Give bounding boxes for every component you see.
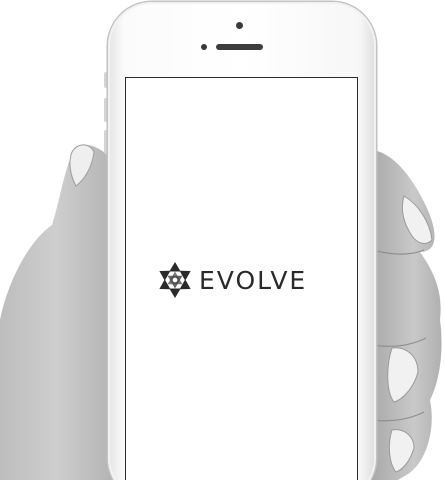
- phone-screen: EVOLVE: [125, 77, 358, 480]
- front-camera-icon: [236, 22, 243, 29]
- brand-name: EVOLVE: [199, 265, 308, 295]
- earpiece-speaker: [216, 44, 263, 50]
- proximity-sensor: [201, 44, 207, 50]
- evolve-star-logo-icon: [159, 261, 191, 299]
- brand-logo: EVOLVE: [156, 260, 307, 300]
- product-image: EVOLVE: [0, 0, 445, 480]
